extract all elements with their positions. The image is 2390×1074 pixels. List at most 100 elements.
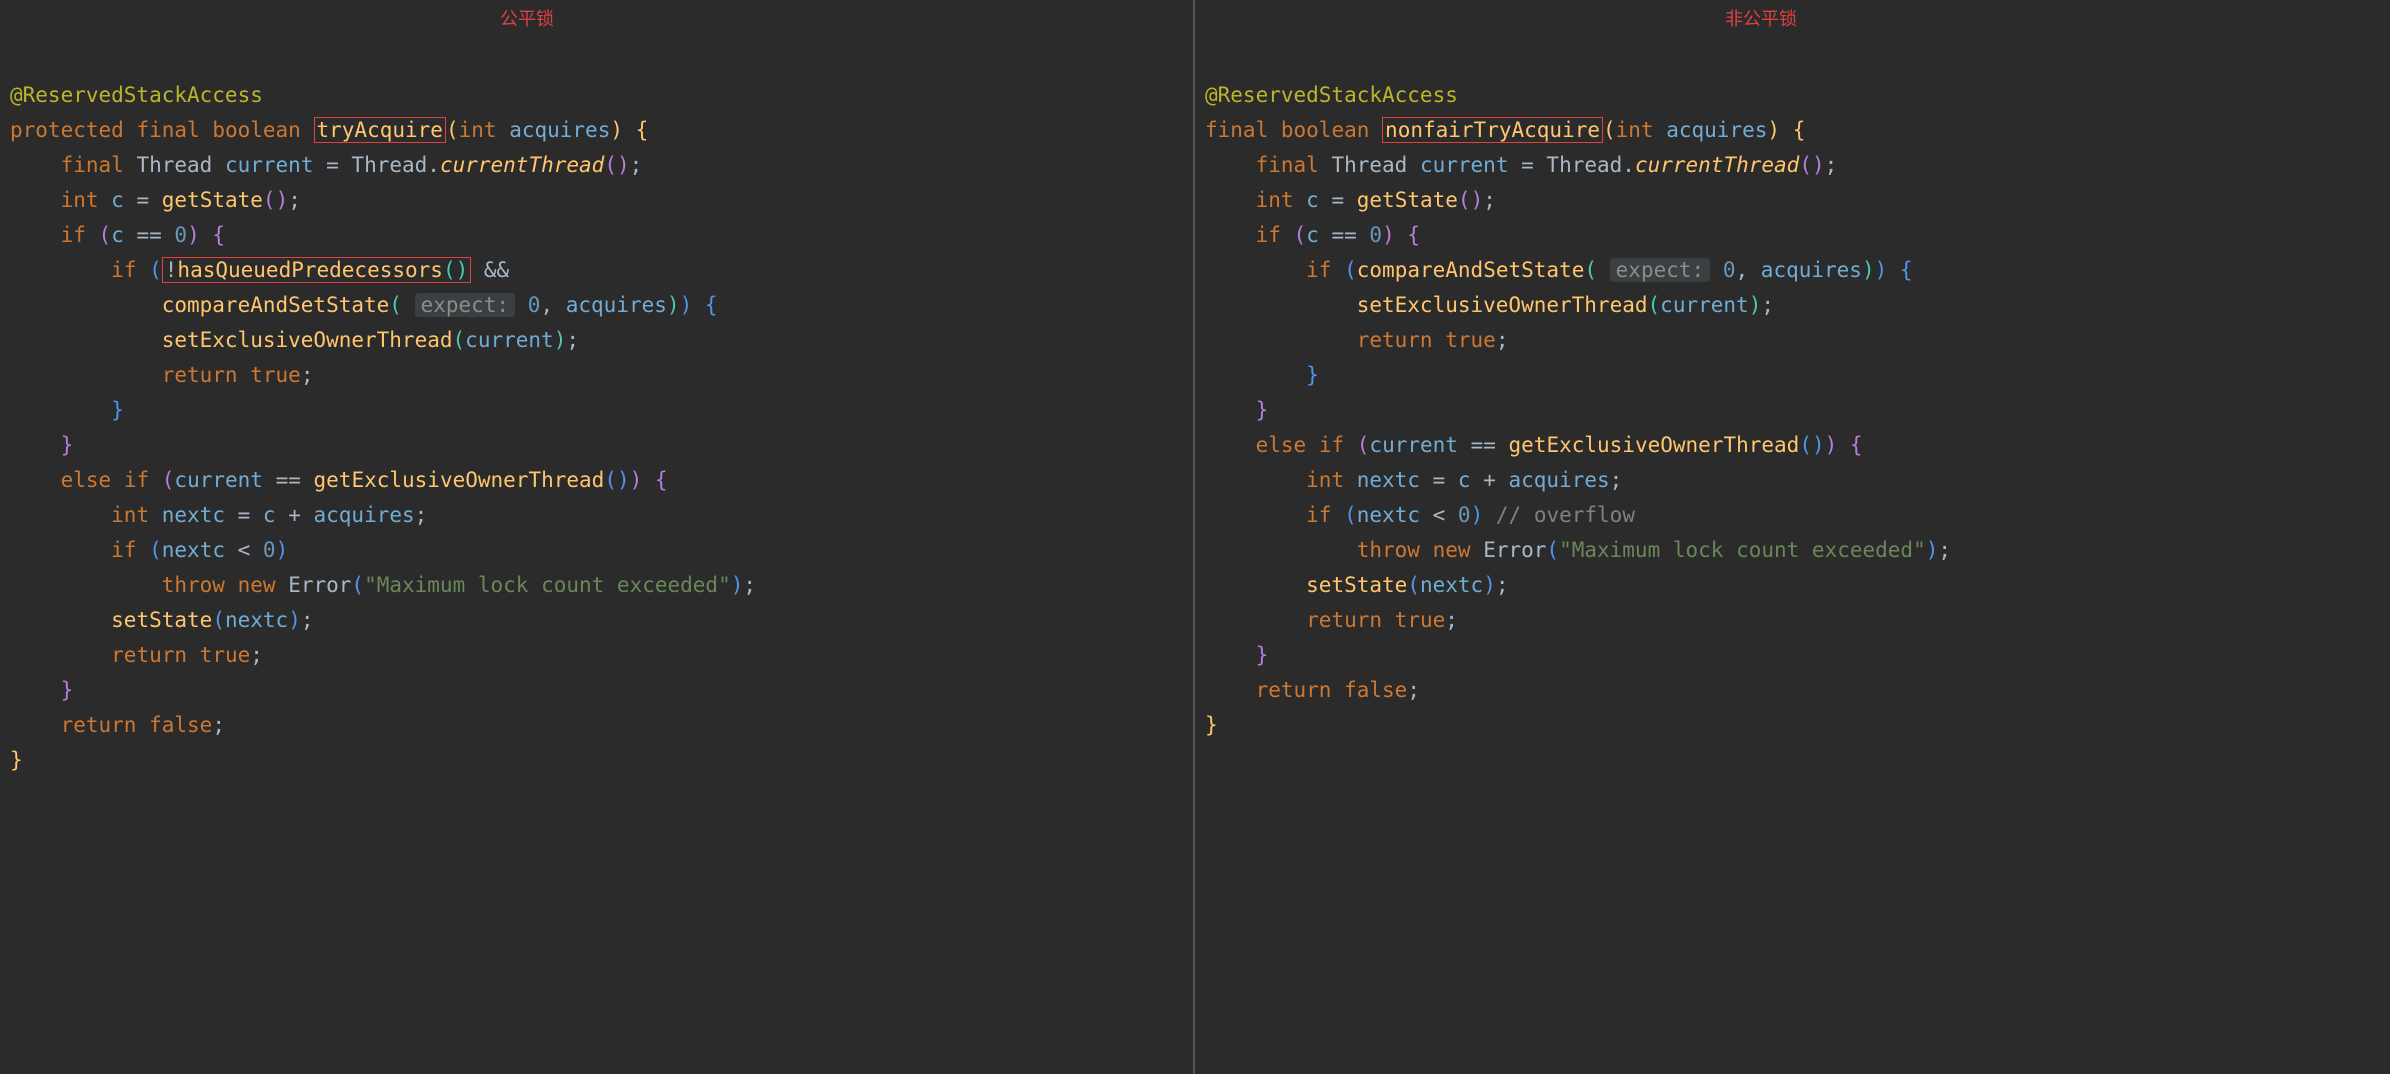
bool-true: true — [1445, 328, 1496, 352]
kw-int: int — [111, 503, 149, 527]
kw-boolean: boolean — [212, 118, 301, 142]
bool-true: true — [250, 363, 301, 387]
call-hasQueuedPredecessors: hasQueuedPredecessors — [177, 258, 443, 282]
kw-return: return — [111, 643, 187, 667]
fair-lock-label: 公平锁 — [500, 2, 554, 37]
var-current: current — [1369, 433, 1458, 457]
type-thread2: Thread — [351, 153, 427, 177]
var-nextc: nextc — [162, 538, 225, 562]
var-acquires: acquires — [1509, 468, 1610, 492]
bool-false: false — [1344, 678, 1407, 702]
param-acquires: acquires — [509, 118, 610, 142]
var-current: current — [225, 153, 314, 177]
kw-return: return — [61, 713, 137, 737]
eqeq: == — [124, 223, 175, 247]
andand: && — [471, 258, 509, 282]
call-setExclusiveOwnerThread: setExclusiveOwnerThread — [162, 328, 453, 352]
method-tryAcquire: tryAcquire — [317, 118, 443, 142]
nonfair-lock-label: 非公平锁 — [1725, 2, 1797, 37]
var-acquires: acquires — [314, 503, 415, 527]
kw-int: int — [1256, 188, 1294, 212]
call-currentThread: currentThread — [440, 153, 604, 177]
var-nextc: nextc — [1357, 503, 1420, 527]
annotation: @ReservedStackAccess — [1205, 83, 1458, 107]
kw-protected: protected — [10, 118, 124, 142]
kw-return: return — [162, 363, 238, 387]
call-setState: setState — [111, 608, 212, 632]
kw-else: else — [1256, 433, 1307, 457]
lt: < — [225, 538, 263, 562]
var-nextc: nextc — [162, 503, 225, 527]
param-acquires: acquires — [1666, 118, 1767, 142]
str-msg: "Maximum lock count exceeded" — [364, 573, 731, 597]
kw-final: final — [1256, 153, 1319, 177]
call-compareAndSetState: compareAndSetState — [162, 293, 390, 317]
kw-final: final — [136, 118, 199, 142]
comment-overflow: // overflow — [1496, 503, 1635, 527]
bool-false: false — [149, 713, 212, 737]
num-zero: 0 — [1369, 223, 1382, 247]
call-getExclusiveOwnerThread: getExclusiveOwnerThread — [314, 468, 605, 492]
annotation: @ReservedStackAccess — [10, 83, 263, 107]
not: ! — [165, 258, 178, 282]
arg-current: current — [1660, 293, 1749, 317]
kw-throw: throw — [1357, 538, 1420, 562]
kw-final: final — [1205, 118, 1268, 142]
kw-else: else — [61, 468, 112, 492]
param-hint-expect: expect: — [415, 293, 516, 317]
call-getState: getState — [162, 188, 263, 212]
call-compareAndSetState: compareAndSetState — [1357, 258, 1585, 282]
kw-return: return — [1256, 678, 1332, 702]
call-currentThread: currentThread — [1635, 153, 1799, 177]
kw-if: if — [1306, 503, 1331, 527]
arg-acquires: acquires — [1761, 258, 1862, 282]
arg-nextc: nextc — [225, 608, 288, 632]
kw-new: new — [238, 573, 276, 597]
type-thread: Thread — [1331, 153, 1407, 177]
type-thread2: Thread — [1546, 153, 1622, 177]
call-setState: setState — [1306, 573, 1407, 597]
kw-if: if — [111, 258, 136, 282]
kw-int: int — [1306, 468, 1344, 492]
kw-boolean: boolean — [1281, 118, 1370, 142]
eq: = — [313, 153, 351, 177]
bool-true: true — [1395, 608, 1446, 632]
var-c: c — [111, 188, 124, 212]
kw-if: if — [111, 538, 136, 562]
bool-true: true — [200, 643, 251, 667]
kw-if: if — [1319, 433, 1344, 457]
var-c: c — [111, 223, 124, 247]
kw-final: final — [61, 153, 124, 177]
var-c: c — [1306, 188, 1319, 212]
var-current: current — [1420, 153, 1509, 177]
method-nonfairTryAcquire: nonfairTryAcquire — [1385, 118, 1600, 142]
plus: + — [276, 503, 314, 527]
num-zero: 0 — [174, 223, 187, 247]
var-nextc: nextc — [1357, 468, 1420, 492]
kw-return: return — [1357, 328, 1433, 352]
str-msg: "Maximum lock count exceeded" — [1559, 538, 1926, 562]
arg-nextc: nextc — [1420, 573, 1483, 597]
call-setExclusiveOwnerThread: setExclusiveOwnerThread — [1357, 293, 1648, 317]
dot: . — [427, 153, 440, 177]
type-thread: Thread — [136, 153, 212, 177]
kw-if: if — [61, 223, 86, 247]
num-zero: 0 — [528, 293, 541, 317]
kw-if: if — [1306, 258, 1331, 282]
var-current: current — [174, 468, 263, 492]
type-error: Error — [288, 573, 351, 597]
var-c: c — [1458, 468, 1471, 492]
num-zero: 0 — [263, 538, 276, 562]
arg-current: current — [465, 328, 554, 352]
num-zero: 0 — [1458, 503, 1471, 527]
kw-int: int — [1616, 118, 1654, 142]
kw-return: return — [1306, 608, 1382, 632]
type-error: Error — [1483, 538, 1546, 562]
var-c: c — [263, 503, 276, 527]
kw-int: int — [61, 188, 99, 212]
num-zero: 0 — [1723, 258, 1736, 282]
kw-if: if — [124, 468, 149, 492]
code-pane-fair-lock[interactable]: 公平锁 @ReservedStackAccess protected final… — [0, 0, 1195, 1074]
var-c: c — [1306, 223, 1319, 247]
code-pane-nonfair-lock[interactable]: 非公平锁 @ReservedStackAccess final boolean … — [1195, 0, 2390, 1074]
